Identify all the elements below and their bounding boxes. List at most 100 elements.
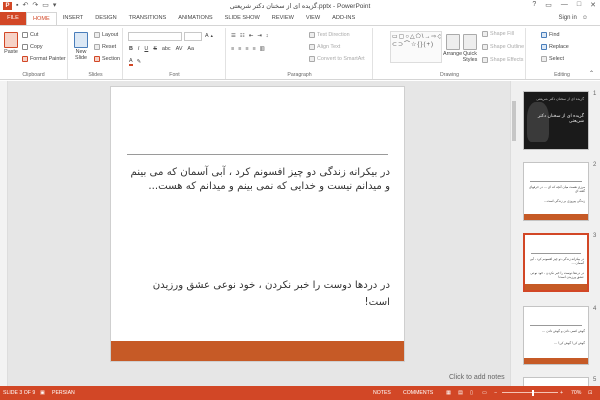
increase-indent-icon[interactable]: ⇥ bbox=[257, 33, 262, 39]
find-button[interactable]: Find bbox=[541, 32, 560, 38]
align-left-icon[interactable]: ≡ bbox=[231, 46, 234, 52]
thumbnail-rule bbox=[530, 181, 582, 182]
slide-accent-bar bbox=[111, 341, 404, 361]
thumbnail-slide-2[interactable]: مرزی هست میان آنچه که ای … در حرفهای گفت… bbox=[523, 162, 589, 221]
shapes-gallery[interactable]: ▭▢○△⬠\→⇨◇⟨⟩ ⊂⊃⌒☆{}(+) bbox=[390, 31, 442, 63]
select-button[interactable]: Select bbox=[541, 56, 564, 62]
shape-effects-button[interactable]: Shape Effects bbox=[482, 57, 523, 63]
bullets-icon[interactable]: ☰ bbox=[231, 33, 236, 39]
copy-button[interactable]: Copy bbox=[22, 44, 43, 50]
text-direction-button[interactable]: Text Direction bbox=[309, 32, 350, 38]
thumbnail-slide-1[interactable]: گزیده ای از سخنان دکتر شریعتی گزیده ای ا… bbox=[523, 91, 589, 150]
align-right-icon[interactable]: ≡ bbox=[245, 46, 248, 52]
font-size-select[interactable] bbox=[184, 32, 202, 41]
zoom-slider[interactable] bbox=[502, 392, 558, 393]
help-icon[interactable]: ? bbox=[532, 1, 536, 9]
decrease-indent-icon[interactable]: ⇤ bbox=[249, 33, 254, 39]
thumbnail-number: 1 bbox=[593, 91, 597, 97]
smiley-feedback-icon[interactable]: ☺ bbox=[582, 15, 588, 21]
reset-icon bbox=[94, 44, 100, 50]
new-slide-button[interactable]: New Slide bbox=[73, 32, 89, 61]
thumbnail-slide-3[interactable]: در بیکرانه زندگی دو چیز افسونم کرد ، آبی… bbox=[523, 233, 589, 292]
thumbnail-2-line1: مرزی هست میان آنچه که ای … در حرفهای گفت… bbox=[528, 185, 585, 194]
zoom-slider-knob[interactable] bbox=[532, 390, 534, 396]
slide-sorter-icon[interactable]: ▤ bbox=[458, 390, 463, 396]
scrollbar-thumb[interactable] bbox=[512, 101, 516, 141]
numbering-icon[interactable]: ☷ bbox=[240, 33, 245, 39]
layout-button[interactable]: Layout bbox=[94, 32, 118, 38]
spellcheck-icon[interactable]: ▣ bbox=[40, 390, 45, 396]
reading-view-icon[interactable]: ▯ bbox=[470, 390, 473, 396]
tab-insert[interactable]: INSERT bbox=[57, 12, 89, 25]
align-text-button[interactable]: Align Text bbox=[309, 44, 340, 50]
shape-outline-button[interactable]: Shape Outline bbox=[482, 44, 524, 50]
close-icon[interactable]: ✕ bbox=[590, 1, 596, 9]
minimize-icon[interactable]: — bbox=[561, 1, 568, 9]
line-spacing-icon[interactable]: ↕ bbox=[266, 33, 269, 39]
strikethrough-button[interactable]: S bbox=[153, 46, 157, 52]
underline-button[interactable]: U bbox=[144, 46, 148, 52]
ribbon-display-options-icon[interactable]: ▭ bbox=[545, 1, 552, 9]
font-family-select[interactable] bbox=[128, 32, 182, 41]
replace-button[interactable]: Replace bbox=[541, 44, 569, 50]
align-center-icon[interactable]: ≡ bbox=[238, 46, 241, 52]
maximize-icon[interactable]: □ bbox=[577, 1, 581, 9]
format-painter-button[interactable]: Format Painter bbox=[22, 56, 66, 62]
thumbnail-rule bbox=[530, 325, 582, 326]
columns-icon[interactable]: ▥ bbox=[260, 46, 265, 52]
comments-button[interactable]: COMMENTS bbox=[403, 390, 433, 396]
window-title: گزیده ای از سخنان دکتر شریعتی.pptx - Pow… bbox=[229, 3, 371, 10]
copy-icon bbox=[22, 44, 28, 50]
zoom-out-icon[interactable]: − bbox=[494, 390, 497, 396]
tab-animations[interactable]: ANIMATIONS bbox=[172, 12, 218, 25]
tab-view[interactable]: VIEW bbox=[300, 12, 326, 25]
tab-transitions[interactable]: TRANSITIONS bbox=[123, 12, 173, 25]
thumbnail-slide-5[interactable] bbox=[523, 377, 589, 386]
vertical-scrollbar[interactable] bbox=[510, 81, 517, 386]
tab-design[interactable]: DESIGN bbox=[89, 12, 122, 25]
clear-formatting-icon[interactable]: ✎ bbox=[137, 59, 142, 65]
section-button[interactable]: Section bbox=[94, 56, 120, 62]
alignment-buttons: ≡ ≡ ≡ ≡ ▥ bbox=[231, 46, 265, 52]
group-label-font: Font bbox=[169, 72, 180, 78]
normal-view-icon[interactable]: ▦ bbox=[446, 390, 451, 396]
current-slide[interactable]: در بیکرانه زندگی دو چیز افسونم کرد ، آبی… bbox=[110, 86, 405, 362]
tab-home[interactable]: HOME bbox=[26, 12, 57, 25]
change-case-icon[interactable]: Aa bbox=[187, 46, 194, 52]
sign-in-link[interactable]: Sign in bbox=[559, 15, 577, 21]
group-paragraph: ☰ ☷ ⇤ ⇥ ↕ ≡ ≡ ≡ ≡ ▥ Text Direction Align… bbox=[227, 28, 373, 79]
tab-file[interactable]: FILE bbox=[0, 12, 26, 25]
slide-text-2[interactable]: در دردها دوست را خبر نکردن ، خود نوعی عش… bbox=[128, 277, 390, 311]
zoom-in-icon[interactable]: + bbox=[560, 390, 563, 396]
group-label-slides: Slides bbox=[88, 72, 103, 78]
scissors-icon bbox=[22, 32, 28, 38]
paste-button[interactable]: Paste bbox=[4, 32, 18, 55]
reset-button[interactable]: Reset bbox=[94, 44, 116, 50]
shadow-button[interactable]: abc bbox=[162, 46, 171, 52]
language-indicator[interactable]: PERSIAN bbox=[52, 390, 75, 396]
font-color-icon[interactable]: A bbox=[129, 58, 133, 66]
tab-slide-show[interactable]: SLIDE SHOW bbox=[219, 12, 266, 25]
notes-button[interactable]: NOTES bbox=[373, 390, 391, 396]
tab-add-ins[interactable]: ADD-INS bbox=[326, 12, 361, 25]
shape-fill-button[interactable]: Shape Fill bbox=[482, 31, 514, 37]
zoom-level[interactable]: 70% bbox=[571, 390, 581, 396]
bold-button[interactable]: B bbox=[129, 46, 133, 52]
ribbon-home: Paste Cut Copy Format Painter Clipboard … bbox=[0, 25, 600, 80]
slideshow-view-icon[interactable]: ▭ bbox=[482, 390, 487, 396]
cut-button[interactable]: Cut bbox=[22, 32, 38, 38]
grow-font-icon[interactable]: A ▴ bbox=[205, 33, 213, 39]
notes-placeholder[interactable]: Click to add notes bbox=[449, 374, 505, 381]
tab-review[interactable]: REVIEW bbox=[266, 12, 300, 25]
thumbnail-slide-4[interactable]: گوش کسی دادن و گوش دادن … گوش کن! گوش کن… bbox=[523, 306, 589, 365]
italic-button[interactable]: I bbox=[138, 46, 140, 52]
convert-smartart-button[interactable]: Convert to SmartArt bbox=[309, 56, 365, 62]
justify-icon[interactable]: ≡ bbox=[252, 46, 255, 52]
arrange-button[interactable]: Arrange bbox=[443, 34, 462, 57]
collapse-ribbon-icon[interactable]: ⌃ bbox=[589, 70, 594, 77]
quick-styles-button[interactable]: Quick Styles bbox=[462, 34, 478, 63]
thumbnail-dark-background: گزیده ای از سخنان دکتر شریعتی گزیده ای ا… bbox=[524, 92, 588, 149]
slide-text-1[interactable]: در بیکرانه زندگی دو چیز افسونم کرد ، آبی… bbox=[128, 166, 390, 194]
fit-to-window-icon[interactable]: ⊡ bbox=[588, 390, 592, 396]
character-spacing-icon[interactable]: AV bbox=[176, 46, 183, 52]
